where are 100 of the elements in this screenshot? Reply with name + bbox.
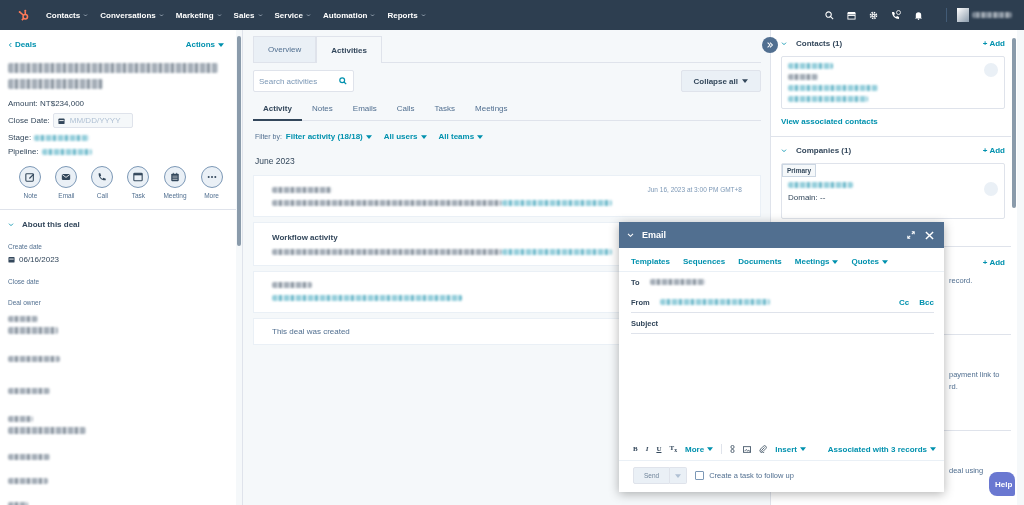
- activity-text: This deal was created: [272, 327, 351, 336]
- chevron-down-icon[interactable]: [781, 148, 787, 153]
- blurred-text: [8, 356, 60, 362]
- blurred-text: [272, 186, 332, 193]
- blurred-text: [788, 182, 853, 188]
- activity-tab[interactable]: Notes: [301, 98, 343, 121]
- pencil-icon: [25, 172, 36, 182]
- storefront-icon[interactable]: [847, 10, 856, 20]
- avatar-icon[interactable]: [957, 8, 969, 22]
- add-link[interactable]: + Add: [982, 146, 1005, 155]
- blurred-text: [8, 478, 48, 484]
- activity-title: Workflow activity: [272, 233, 338, 242]
- email-tool-link[interactable]: Templates: [631, 257, 670, 266]
- search-field[interactable]: Search activities: [253, 70, 354, 92]
- activity-tab[interactable]: Meetings: [465, 98, 518, 121]
- dialog-title: Email: [642, 230, 666, 240]
- blurred-text: [972, 12, 1012, 18]
- blurred-text: [649, 279, 705, 285]
- add-link[interactable]: + Add: [982, 258, 1005, 267]
- phone-icon: [97, 172, 108, 182]
- image-icon[interactable]: [743, 445, 752, 453]
- chevron-icon[interactable]: [8, 222, 14, 227]
- field-value: 06/16/2023: [19, 255, 60, 264]
- blurred-text: [41, 148, 92, 155]
- collapse-all-button[interactable]: Collapse all: [680, 70, 761, 92]
- paperclip-icon[interactable]: [759, 445, 768, 453]
- date-field[interactable]: MM/DD/YYYY: [52, 113, 133, 128]
- field-label: Stage:: [8, 133, 32, 142]
- activity-tab[interactable]: Tasks: [424, 98, 466, 121]
- cc-link[interactable]: Cc: [899, 297, 910, 307]
- expand-icon[interactable]: [907, 231, 915, 239]
- month-heading: June 2023: [255, 156, 296, 166]
- phone-icon[interactable]: [891, 10, 901, 20]
- caret-icon: [675, 473, 682, 478]
- email-tool-link[interactable]: Quotes: [851, 257, 889, 266]
- filter-dropdown[interactable]: All teams: [438, 132, 484, 141]
- blurred-text: [8, 316, 38, 322]
- blurred-text: [8, 454, 50, 460]
- caret-icon: [832, 259, 839, 264]
- caret-icon: [930, 447, 936, 451]
- section-title: Companies (1): [796, 146, 852, 155]
- tab[interactable]: Activities: [316, 36, 382, 63]
- insert-menu[interactable]: Insert: [775, 444, 806, 454]
- caret-icon: [800, 447, 806, 451]
- tab[interactable]: Overview: [253, 36, 317, 62]
- search-icon[interactable]: [825, 10, 834, 20]
- email-tool-link[interactable]: Meetings: [794, 257, 839, 266]
- field-label: Pipeline:: [8, 147, 39, 156]
- blurred-text: [34, 134, 90, 141]
- blurred-text: [788, 63, 833, 69]
- add-link[interactable]: + Add: [982, 39, 1005, 48]
- calendar-icon: [170, 172, 180, 182]
- settings-icon[interactable]: [869, 10, 878, 20]
- envelope-icon: [61, 172, 72, 182]
- more-menu[interactable]: More: [685, 444, 714, 454]
- caret-icon: [218, 42, 224, 47]
- calendar-icon[interactable]: [57, 117, 65, 124]
- link-icon[interactable]: [730, 445, 736, 453]
- view-contacts-link[interactable]: View associated contacts: [781, 117, 878, 126]
- nav-menu-item[interactable]: Contacts: [46, 10, 89, 20]
- nav-menu-item[interactable]: Automation: [323, 10, 376, 20]
- activity-tab[interactable]: Activity: [253, 98, 302, 121]
- back-link[interactable]: Deals: [8, 40, 37, 49]
- nav-menu-item[interactable]: Sales: [233, 10, 263, 20]
- company-domain: Domain: --: [788, 193, 827, 202]
- caret-icon: [365, 134, 372, 139]
- filter-dropdown[interactable]: Filter activity (18/18): [285, 132, 372, 141]
- blurred-text: [8, 388, 50, 394]
- blurred-text: [8, 416, 33, 422]
- help-button[interactable]: Help: [989, 472, 1015, 496]
- nav-menu-item[interactable]: Reports: [387, 10, 426, 20]
- sprocket-logo-icon[interactable]: [18, 9, 30, 21]
- calendar-icon: [133, 172, 144, 182]
- caret-icon: [477, 134, 484, 139]
- email-tool-link[interactable]: Sequences: [683, 257, 726, 266]
- section-toggle[interactable]: About this deal: [8, 220, 80, 229]
- calendar-icon: [8, 256, 15, 263]
- expand-sidebar-button[interactable]: [762, 37, 778, 53]
- bell-icon[interactable]: [914, 10, 923, 20]
- field-label: Close Date:: [8, 116, 50, 125]
- activity-tab[interactable]: Emails: [342, 98, 387, 121]
- caret-icon: [742, 79, 748, 83]
- section-title: Contacts (1): [796, 39, 843, 48]
- amount-text: Amount: NT$234,000: [8, 99, 85, 108]
- bcc-link[interactable]: Bcc: [919, 297, 934, 307]
- filter-dropdown[interactable]: All users: [383, 132, 427, 141]
- actions-menu[interactable]: Actions: [185, 40, 224, 49]
- chevron-down-icon[interactable]: [781, 41, 787, 46]
- associated-records-menu[interactable]: Associated with 3 records: [827, 444, 936, 454]
- nav-menu-item[interactable]: Conversations: [100, 10, 164, 20]
- nav-menu-item[interactable]: Service: [274, 10, 311, 20]
- blurred-text: [788, 74, 818, 80]
- caret-icon: [882, 259, 889, 264]
- caret-icon: [707, 447, 714, 451]
- chevron-left-icon[interactable]: [8, 41, 12, 48]
- close-icon[interactable]: [925, 230, 934, 240]
- nav-menu-item[interactable]: Marketing: [175, 10, 222, 20]
- blurred-text: [272, 282, 312, 288]
- activity-tab[interactable]: Calls: [386, 98, 425, 121]
- blurred-text: [8, 327, 58, 334]
